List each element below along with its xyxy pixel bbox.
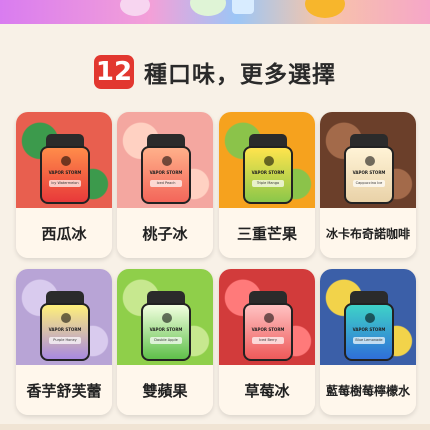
device-brand-text: VAPOR STORM: [352, 327, 386, 332]
vape-device-image: VAPOR STORM Cappuccino Ice: [344, 134, 394, 204]
headline-text: 種口味，更多選擇: [144, 62, 336, 88]
device-body: VAPOR STORM Iced Berry: [243, 303, 293, 361]
product-card[interactable]: VAPOR STORM Icy Watermelon 西瓜冰: [16, 112, 112, 258]
product-card[interactable]: VAPOR STORM Cappuccino Ice 冰卡布奇諾咖啡: [320, 112, 416, 258]
device-flavor-tag: Iced Berry: [252, 337, 284, 344]
device-brand-text: VAPOR STORM: [149, 170, 183, 175]
product-card[interactable]: VAPOR STORM Double Apple 雙蘋果: [117, 269, 213, 415]
brand-logo-icon: [162, 156, 172, 166]
product-name: 雙蘋果: [117, 365, 213, 415]
device-flavor-tag: Double Apple: [150, 337, 182, 344]
product-card[interactable]: VAPOR STORM Purple Honey 香芋舒芙蕾: [16, 269, 112, 415]
product-photo: VAPOR STORM Blue Lemonade: [320, 269, 416, 365]
product-name: 藍莓樹莓檸檬水: [320, 365, 416, 415]
section-headline: 12 種口味，更多選擇: [0, 52, 430, 92]
brand-logo-icon: [365, 313, 375, 323]
product-photo: VAPOR STORM Icy Watermelon: [16, 112, 112, 208]
brand-logo-icon: [365, 156, 375, 166]
device-body: VAPOR STORM Double Apple: [141, 303, 191, 361]
product-name: 桃子冰: [117, 208, 213, 258]
device-flavor-tag: Icy Watermelon: [49, 180, 81, 187]
device-flavor-tag: Iced Peach: [150, 180, 182, 187]
vape-device-image: VAPOR STORM Purple Honey: [40, 291, 90, 361]
product-photo: VAPOR STORM Iced Berry: [219, 269, 315, 365]
product-name: 冰卡布奇諾咖啡: [320, 208, 416, 258]
product-photo: VAPOR STORM Purple Honey: [16, 269, 112, 365]
device-brand-text: VAPOR STORM: [48, 327, 82, 332]
product-card[interactable]: VAPOR STORM Iced Berry 草莓冰: [219, 269, 315, 415]
vape-device-image: VAPOR STORM Iced Berry: [243, 291, 293, 361]
top-banner: [0, 0, 430, 24]
product-photo: VAPOR STORM Cappuccino Ice: [320, 112, 416, 208]
brand-logo-icon: [61, 313, 71, 323]
device-body: VAPOR STORM Icy Watermelon: [40, 146, 90, 204]
next-row-hint: [0, 424, 430, 430]
product-photo: VAPOR STORM Iced Peach: [117, 112, 213, 208]
flavor-count-badge: 12: [94, 55, 134, 89]
device-body: VAPOR STORM Triple Mango: [243, 146, 293, 204]
banner-fruit-mango: [305, 0, 345, 18]
banner-fruit-center: [190, 0, 226, 16]
device-brand-text: VAPOR STORM: [251, 327, 285, 332]
device-brand-text: VAPOR STORM: [149, 327, 183, 332]
device-brand-text: VAPOR STORM: [251, 170, 285, 175]
banner-fruit-left: [120, 0, 150, 16]
product-card[interactable]: VAPOR STORM Triple Mango 三重芒果: [219, 112, 315, 258]
vape-device-image: VAPOR STORM Triple Mango: [243, 134, 293, 204]
product-card[interactable]: VAPOR STORM Iced Peach 桃子冰: [117, 112, 213, 258]
product-name: 三重芒果: [219, 208, 315, 258]
vape-device-image: VAPOR STORM Double Apple: [141, 291, 191, 361]
vape-device-image: VAPOR STORM Iced Peach: [141, 134, 191, 204]
brand-logo-icon: [264, 313, 274, 323]
device-body: VAPOR STORM Blue Lemonade: [344, 303, 394, 361]
device-flavor-tag: Purple Honey: [49, 337, 81, 344]
device-flavor-tag: Triple Mango: [252, 180, 284, 187]
product-photo: VAPOR STORM Double Apple: [117, 269, 213, 365]
device-flavor-tag: Blue Lemonade: [353, 337, 385, 344]
device-body: VAPOR STORM Purple Honey: [40, 303, 90, 361]
device-body: VAPOR STORM Cappuccino Ice: [344, 146, 394, 204]
device-body: VAPOR STORM Iced Peach: [141, 146, 191, 204]
brand-logo-icon: [264, 156, 274, 166]
brand-logo-icon: [162, 313, 172, 323]
banner-fruit-ice: [232, 0, 254, 14]
device-brand-text: VAPOR STORM: [352, 170, 386, 175]
product-name: 草莓冰: [219, 365, 315, 415]
device-flavor-tag: Cappuccino Ice: [353, 180, 385, 187]
product-photo: VAPOR STORM Triple Mango: [219, 112, 315, 208]
product-name: 香芋舒芙蕾: [16, 365, 112, 415]
product-name: 西瓜冰: [16, 208, 112, 258]
product-card[interactable]: VAPOR STORM Blue Lemonade 藍莓樹莓檸檬水: [320, 269, 416, 415]
device-brand-text: VAPOR STORM: [48, 170, 82, 175]
vape-device-image: VAPOR STORM Blue Lemonade: [344, 291, 394, 361]
brand-logo-icon: [61, 156, 71, 166]
vape-device-image: VAPOR STORM Icy Watermelon: [40, 134, 90, 204]
